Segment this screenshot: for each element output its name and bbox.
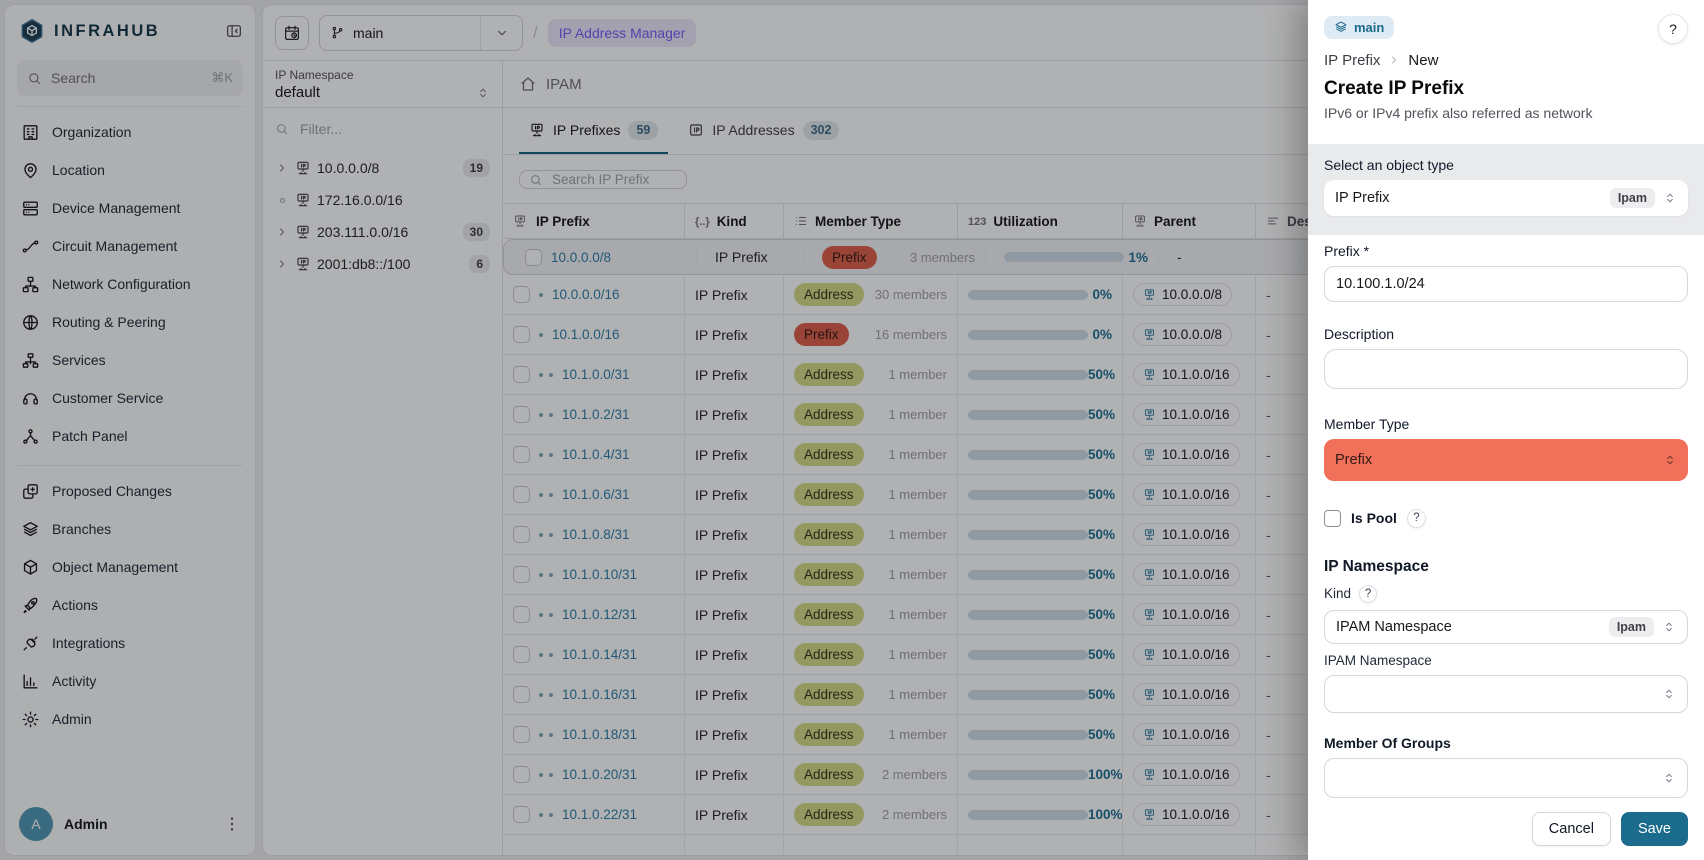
- is-pool-label: Is Pool: [1351, 510, 1397, 526]
- drawer-subtitle: IPv6 or IPv4 prefix also referred as net…: [1324, 105, 1688, 121]
- modal-overlay[interactable]: [0, 0, 1308, 860]
- kind-value: IPAM Namespace: [1336, 619, 1601, 635]
- member-type-select[interactable]: Prefix: [1324, 439, 1688, 481]
- ipam-badge: Ipam: [1610, 188, 1655, 208]
- is-pool-checkbox[interactable]: [1324, 510, 1341, 527]
- object-type-select[interactable]: IP Prefix Ipam: [1324, 180, 1688, 216]
- chevrons-up-down-icon: [1662, 687, 1676, 701]
- object-type-label: Select an object type: [1324, 157, 1688, 173]
- prefix-input[interactable]: [1324, 266, 1688, 302]
- object-type-value: IP Prefix: [1335, 190, 1602, 206]
- drawer-breadcrumb-root: IP Prefix: [1324, 52, 1380, 69]
- member-of-groups-label: Member Of Groups: [1324, 735, 1688, 751]
- help-button[interactable]: ?: [1658, 14, 1688, 44]
- description-label: Description: [1324, 326, 1688, 342]
- chevrons-up-down-icon: [1663, 191, 1677, 205]
- app-root: INFRAHUB Search ⌘K OrganizationLocationD…: [0, 0, 1704, 860]
- drawer-breadcrumb: IP Prefix New: [1324, 52, 1688, 69]
- member-type-field: Member Type Prefix: [1324, 416, 1688, 481]
- chevrons-up-down-icon: [1662, 620, 1676, 634]
- drawer-footer: Cancel Save: [1324, 798, 1688, 846]
- layers-icon: [1334, 20, 1348, 34]
- chevrons-up-down-icon: [1663, 453, 1677, 467]
- drawer-title: Create IP Prefix: [1324, 78, 1688, 100]
- ipam-badge: Ipam: [1609, 617, 1654, 637]
- ipam-namespace-label-row: IPAM Namespace: [1324, 653, 1688, 668]
- ipam-namespace-select[interactable]: [1324, 675, 1688, 713]
- ipam-namespace-label: IPAM Namespace: [1324, 653, 1432, 668]
- chevrons-up-down-icon: [1662, 771, 1676, 785]
- drawer-branch-name: main: [1354, 20, 1384, 35]
- drawer-breadcrumb-current: New: [1408, 52, 1438, 69]
- cancel-button[interactable]: Cancel: [1532, 812, 1611, 846]
- member-type-value: Prefix: [1335, 452, 1655, 468]
- chevron-right-icon: [1388, 54, 1400, 66]
- prefix-label: Prefix *: [1324, 243, 1688, 259]
- drawer-branch-badge: main: [1324, 16, 1394, 39]
- create-prefix-drawer: main ? IP Prefix New Create IP Prefix IP…: [1308, 0, 1704, 860]
- member-of-groups-field: Member Of Groups: [1324, 735, 1688, 798]
- kind-select[interactable]: IPAM Namespace Ipam: [1324, 610, 1688, 644]
- is-pool-row: Is Pool ?: [1324, 509, 1688, 528]
- prefix-field: Prefix *: [1324, 243, 1688, 302]
- object-type-band: Select an object type IP Prefix Ipam: [1308, 144, 1704, 235]
- kind-help[interactable]: ?: [1359, 585, 1377, 603]
- is-pool-help[interactable]: ?: [1407, 509, 1426, 528]
- ip-namespace-heading: IP Namespace: [1324, 558, 1688, 576]
- member-type-label: Member Type: [1324, 416, 1688, 432]
- save-button[interactable]: Save: [1621, 812, 1688, 846]
- description-input[interactable]: [1324, 349, 1688, 389]
- member-of-groups-select[interactable]: [1324, 758, 1688, 798]
- kind-label-row: Kind ?: [1324, 585, 1688, 603]
- description-field: Description: [1324, 326, 1688, 394]
- kind-label: Kind: [1324, 586, 1351, 601]
